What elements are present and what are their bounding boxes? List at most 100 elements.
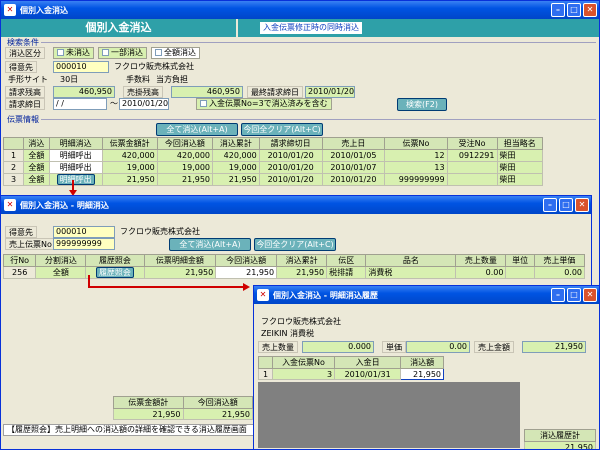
close-button[interactable]: ✕ — [583, 288, 597, 302]
maximize-button[interactable]: □ — [567, 288, 581, 302]
column-header: 消込履歴計 — [524, 429, 596, 442]
column-header: 入金伝票No — [271, 356, 336, 369]
app-icon: ✕ — [257, 289, 269, 301]
history-item-line: ZEIKIN 消費税 — [261, 329, 315, 338]
column-header: 入金日 — [334, 356, 402, 369]
header-note: 入金伝票修正時の同時消込 — [260, 22, 362, 34]
clear-all-button[interactable]: 全て消込(Alt+A) — [156, 123, 238, 136]
history-customer-name: フクロウ販売株式会社 — [261, 317, 341, 326]
column-header — [258, 356, 273, 369]
detail-customer-code-field[interactable]: 000010 — [53, 226, 115, 238]
column-header: 伝票金額計 — [101, 137, 158, 150]
history-window: ✕ 個別入金消込 - 明細消込履歴 – □ ✕ フクロウ販売株式会社 ZEIKI… — [253, 285, 600, 450]
include-option[interactable]: 入金伝票No=3で消込済みを含む — [196, 98, 332, 110]
row-amount: 21,950 — [400, 368, 444, 380]
detail-call-button[interactable]: 明細呼出 — [48, 161, 103, 174]
detail-titlebar[interactable]: ✕ 個別入金消込 - 明細消込 – □ ✕ — [1, 196, 591, 214]
row-staff: 柴田 — [496, 149, 543, 162]
detail-clear-all-button[interactable]: 全て消込(Alt+A) — [169, 238, 251, 251]
row-amount: 21,950 — [101, 173, 158, 186]
table-row[interactable]: 1 全額 明細呼出 420,000 420,000 420,000 2010/0… — [3, 149, 543, 162]
sum-amount: 21,950 — [113, 408, 184, 420]
row-current[interactable]: 21,950 — [215, 266, 278, 279]
history-amount-field: 21,950 — [522, 341, 586, 353]
cond-option-unsettled[interactable]: 未消込 — [53, 47, 94, 59]
history-qty-label: 売上数量 — [258, 341, 298, 353]
detail-window-title: 個別入金消込 - 明細消込 — [20, 200, 109, 210]
detail-table: 行No 分割消込 履歴照会 伝票明細金額 今回消込額 消込累計 伝区 品名 売上… — [2, 254, 586, 279]
table-row[interactable]: 2 全額 明細呼出 19,000 19,000 19,000 2010/01/2… — [3, 161, 543, 174]
history-window-title: 個別入金消込 - 明細消込履歴 — [273, 290, 378, 300]
row-close-date: 2010/01/20 — [258, 149, 323, 162]
row-close-date: 2010/01/20 — [258, 161, 323, 174]
customer-code-field[interactable]: 000010 — [53, 61, 109, 73]
sales-balance-label: 売掛残高 — [123, 86, 163, 98]
row-number: 3 — [3, 173, 24, 186]
maximize-button[interactable]: □ — [567, 3, 581, 17]
fee-label: 手数料 — [126, 75, 150, 84]
app-icon: ✕ — [4, 199, 16, 211]
history-price-label: 単価 — [382, 341, 406, 353]
close-date-from-field[interactable]: / / — [53, 98, 107, 110]
maximize-button[interactable]: □ — [559, 198, 573, 212]
column-header: 伝票No — [384, 137, 448, 150]
row-sale-date: 2010/01/07 — [321, 161, 386, 174]
row-close-date: 2010/01/20 — [258, 173, 323, 186]
row-status: 全額 — [23, 161, 50, 174]
detail-sum-table: 伝票金額計 今回消込額 21,950 21,950 — [113, 396, 253, 420]
cond-checkbox-icon — [155, 49, 162, 56]
main-titlebar[interactable]: ✕ 個別入金消込 – □ ✕ — [1, 1, 599, 19]
cond-option-partial[interactable]: 一部消込 — [98, 47, 147, 59]
history-total-table: 消込履歴計 21,950 — [524, 429, 596, 449]
history-titlebar[interactable]: ✕ 個別入金消込 - 明細消込履歴 – □ ✕ — [254, 286, 599, 304]
row-cumulative: 21,950 — [276, 266, 328, 279]
cond-checkbox-icon — [102, 49, 109, 56]
row-current[interactable]: 420,000 — [156, 149, 214, 162]
search-button[interactable]: 検索(F2) — [397, 98, 447, 111]
row-amount: 420,000 — [101, 149, 158, 162]
row-order-no — [446, 173, 498, 186]
clear-this-button[interactable]: 今回全クリア(Alt+C) — [241, 123, 323, 136]
column-header: 今回消込額 — [215, 254, 278, 267]
detail-slip-field[interactable]: 999999999 — [53, 238, 115, 250]
table-row[interactable]: 256 全額 履歴照会 21,950 21,950 21,950 税排請 消費税… — [2, 266, 586, 279]
slip-table-header: 消込 明細消込 伝票金額計 今回消込額 消込累計 請求締切日 売上日 伝票No … — [3, 137, 543, 150]
detail-table-header: 行No 分割消込 履歴照会 伝票明細金額 今回消込額 消込累計 伝区 品名 売上… — [2, 254, 586, 267]
detail-call-cell: 明細呼出 — [48, 173, 103, 186]
customer-label: 得意先 — [5, 61, 37, 73]
row-slip-no: 12 — [384, 149, 448, 162]
column-header: 伝票明細金額 — [143, 254, 217, 267]
column-header: 担当略名 — [496, 137, 543, 150]
minimize-button[interactable]: – — [551, 288, 565, 302]
row-item: 消費税 — [365, 266, 457, 279]
row-amount: 19,000 — [101, 161, 158, 174]
column-header: 今回消込額 — [182, 396, 253, 409]
close-button[interactable]: ✕ — [583, 3, 597, 17]
slip-section-title: 伝票情報 — [7, 115, 39, 124]
row-sale-date: 2010/01/05 — [321, 149, 386, 162]
row-current[interactable]: 19,000 — [156, 161, 214, 174]
close-button[interactable]: ✕ — [575, 198, 589, 212]
cond-option-full[interactable]: 全額消込 — [151, 47, 200, 59]
row-number: 2 — [3, 161, 24, 174]
history-button[interactable]: 履歴照会 — [95, 267, 134, 278]
table-row[interactable]: 1 3 2010/01/31 21,950 — [258, 368, 444, 380]
cond-label: 消込区分 — [5, 47, 45, 59]
detail-call-button[interactable]: 明細呼出 — [48, 149, 103, 162]
column-header: 単位 — [505, 254, 535, 267]
history-table-header: 入金伝票No 入金日 消込額 — [258, 356, 444, 369]
row-slip-no: 13 — [384, 161, 448, 174]
row-amount: 21,950 — [143, 266, 217, 279]
row-price: 0.00 — [533, 266, 586, 279]
table-row[interactable]: 3 全額 明細呼出 21,950 21,950 21,950 2010/01/2… — [3, 173, 543, 186]
site-value: 30日 — [60, 75, 79, 84]
close-date-to-field[interactable]: 2010/01/20 — [119, 98, 169, 110]
minimize-button[interactable]: – — [551, 3, 565, 17]
row-number: 256 — [2, 266, 37, 279]
header-note-bar: 入金伝票修正時の同時消込 — [238, 19, 599, 37]
column-header: 明細消込 — [48, 137, 103, 150]
minimize-button[interactable]: – — [543, 198, 557, 212]
detail-clear-this-button[interactable]: 今回全クリア(Alt+C) — [254, 238, 336, 251]
row-current[interactable]: 21,950 — [156, 173, 214, 186]
detail-call-button[interactable]: 明細呼出 — [56, 174, 95, 185]
